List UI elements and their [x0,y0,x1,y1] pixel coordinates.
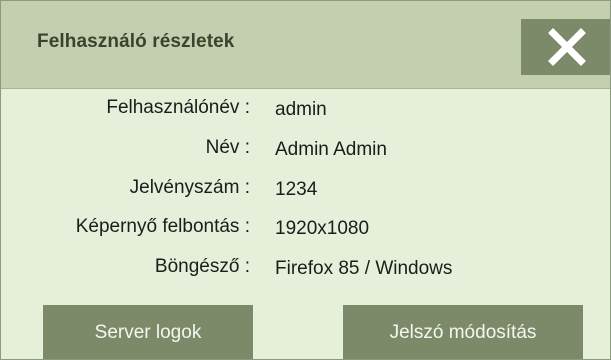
close-icon [548,28,586,66]
detail-value: 1920x1080 [275,218,370,239]
detail-label: Felhasználónév : [106,97,250,118]
dialog-header: Felhasználó részletek [1,1,610,89]
detail-row-badge-number: Jelvényszám : 1234 [1,177,610,207]
detail-row-screen-resolution: Képernyő felbontás : 1920x1080 [1,216,610,246]
detail-label: Böngésző : [154,256,250,277]
detail-value: 1234 [275,179,318,200]
detail-value: Admin Admin [275,139,387,160]
dialog-title: Felhasználó részletek [37,31,235,52]
detail-label: Jelvényszám : [129,177,250,198]
user-details-dialog: Felhasználó részletek Felhasználónév : a… [0,0,611,360]
detail-row-username: Felhasználónév : admin [1,97,610,127]
detail-value: admin [275,99,327,120]
detail-row-browser: Böngésző : Firefox 85 / Windows [1,256,610,286]
detail-row-name: Név : Admin Admin [1,137,610,167]
change-password-button[interactable]: Jelszó módosítás [343,305,583,359]
detail-label: Név : [205,137,250,158]
detail-value: Firefox 85 / Windows [275,258,453,279]
server-logs-button[interactable]: Server logok [43,305,253,359]
detail-label: Képernyő felbontás : [75,216,250,237]
close-button[interactable] [521,19,610,75]
